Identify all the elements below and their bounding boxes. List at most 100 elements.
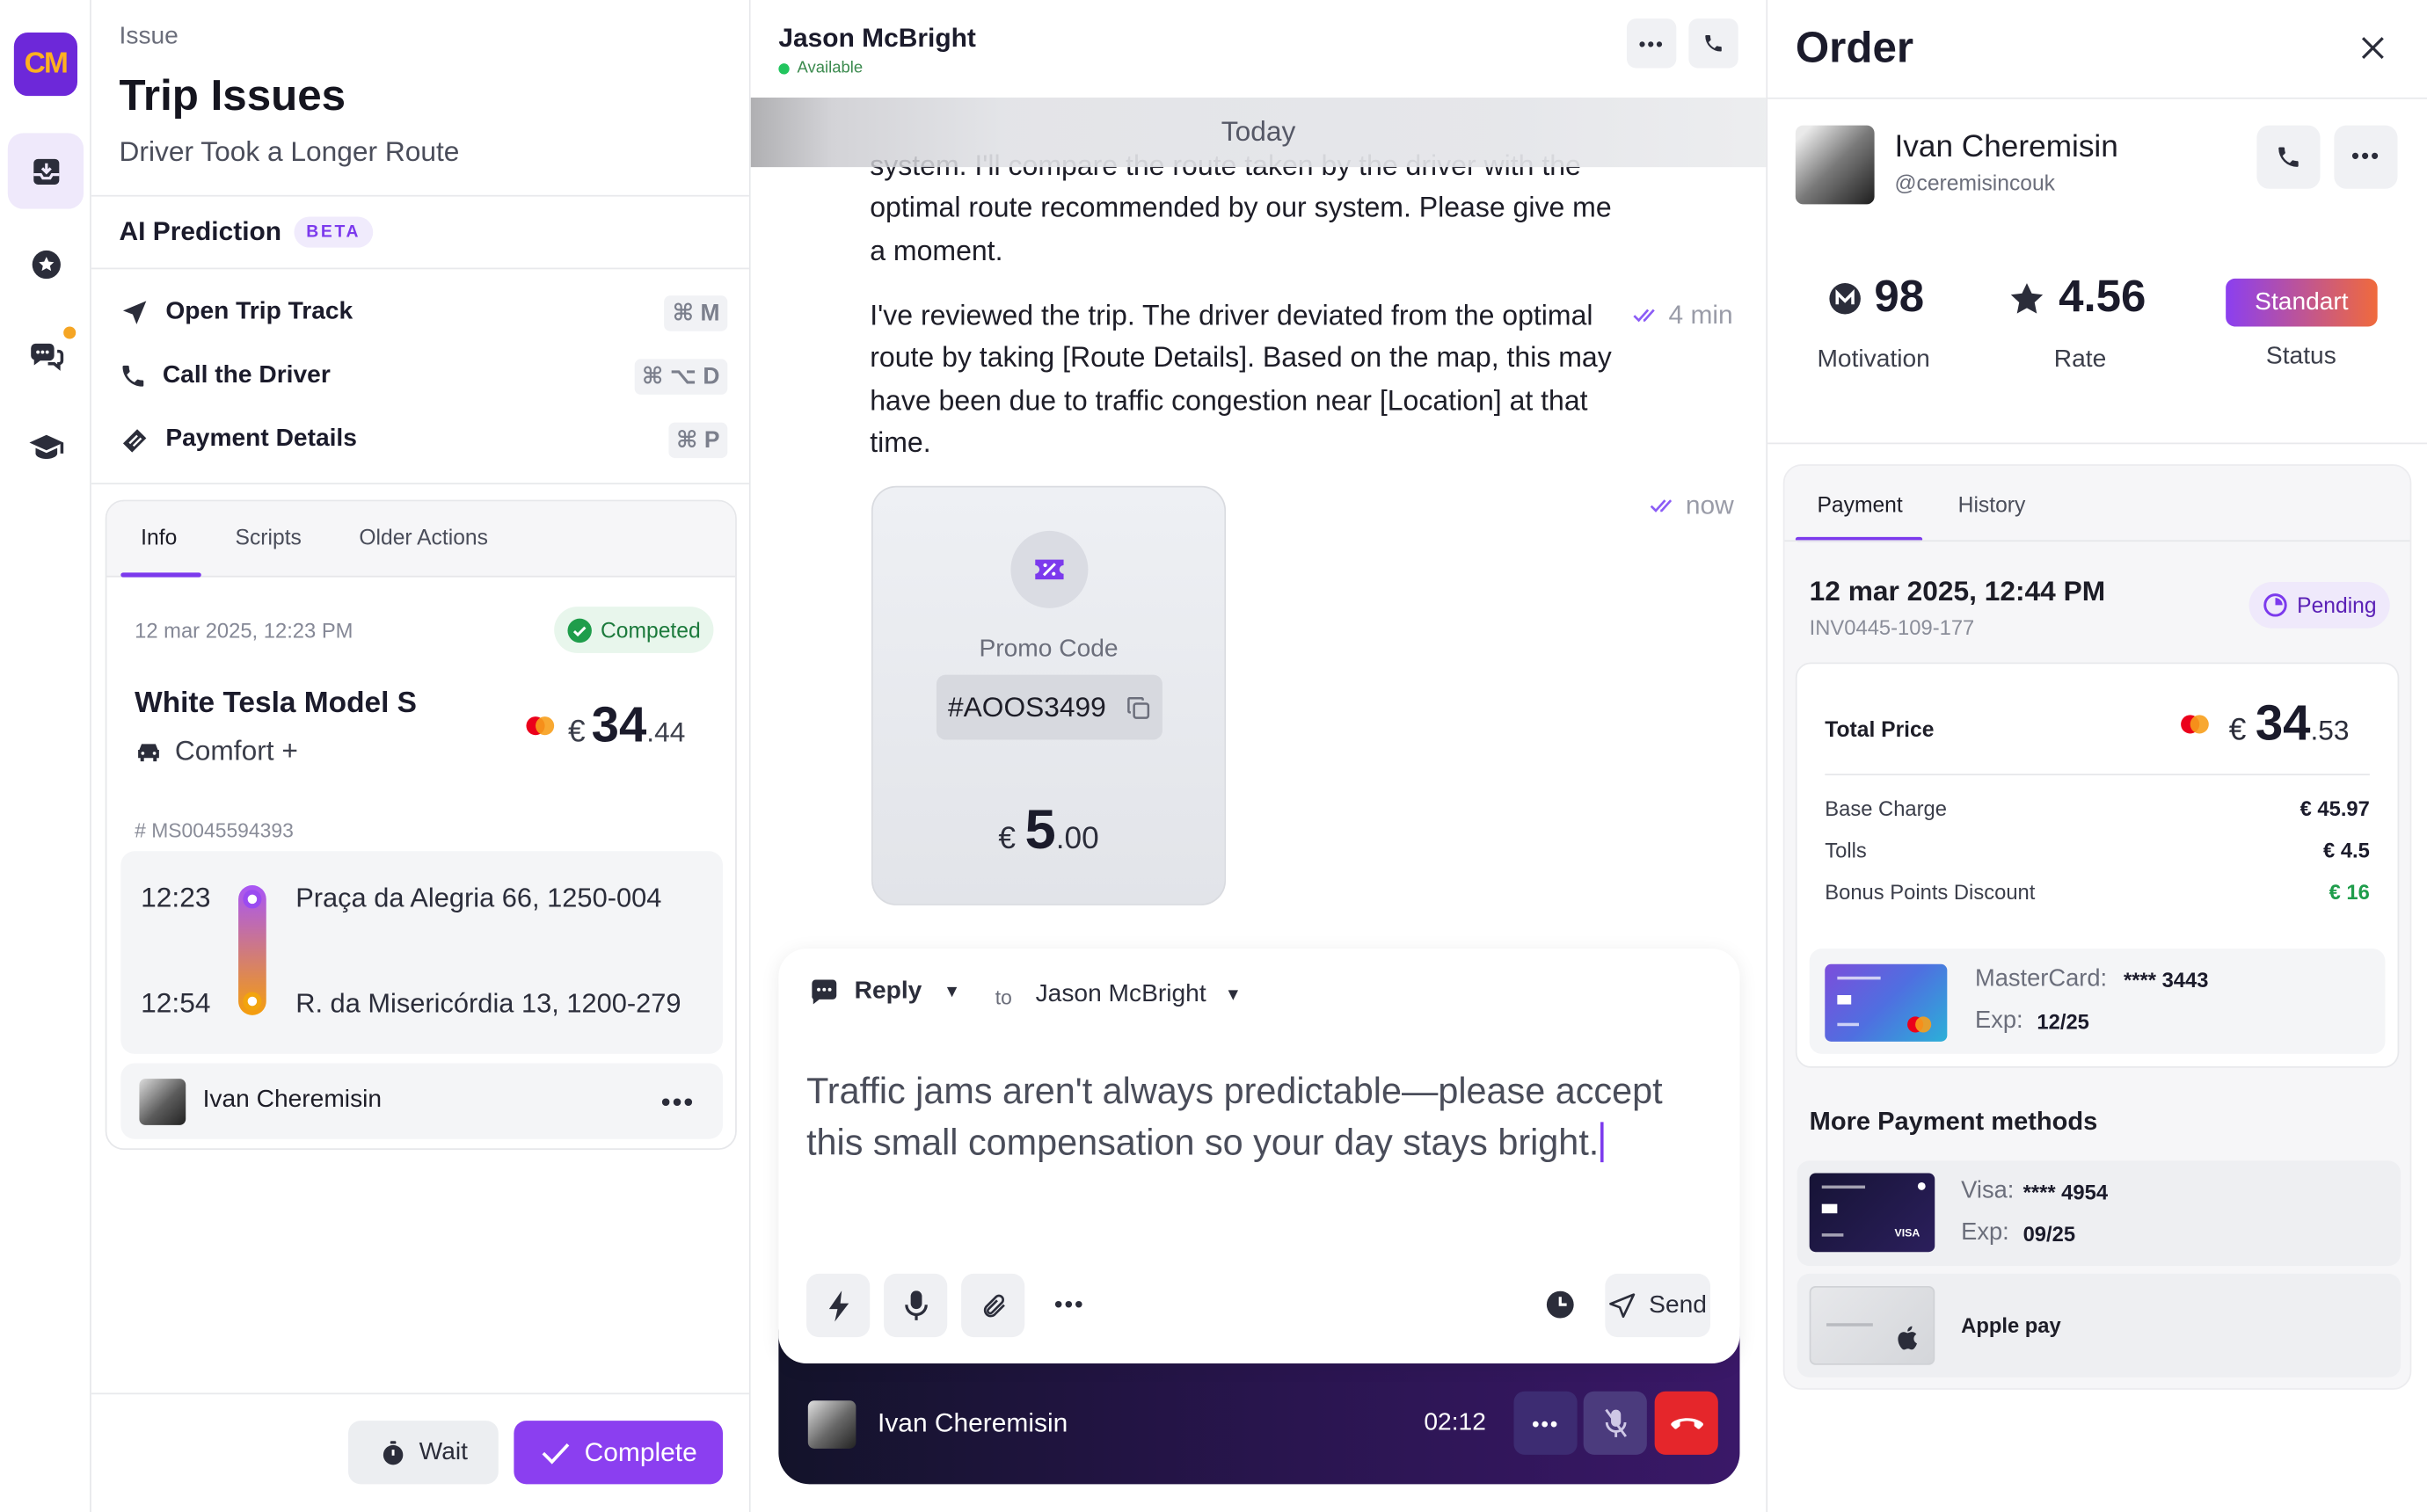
card-exp: 12/25 <box>2037 1010 2089 1035</box>
chat-more-button[interactable]: ••• <box>1626 18 1677 69</box>
card-number: **** 3443 <box>2123 969 2209 992</box>
message-time: 4 min <box>1668 300 1733 330</box>
chevron-down-icon: ▼ <box>1224 985 1242 1005</box>
promo-card[interactable]: Promo Code #AOOS3499 € 5 .00 <box>871 485 1227 905</box>
attach-button[interactable] <box>961 1273 1025 1338</box>
mastercard-icon <box>1907 1016 1932 1033</box>
send-icon <box>1609 1292 1636 1318</box>
chat-call-button[interactable] <box>1688 18 1738 69</box>
double-check-icon <box>1633 309 1655 323</box>
status-label: Status <box>2265 343 2336 370</box>
action-call-driver[interactable]: Call the Driver ⌘ ⌥ D <box>120 345 749 407</box>
pending-text: Pending <box>2297 592 2377 618</box>
line-discount: Bonus Points Discount € 16 <box>1825 881 2370 904</box>
promo-code-box[interactable]: #AOOS3499 <box>936 674 1162 740</box>
copy-icon <box>1126 696 1149 719</box>
customer-handle: @ceremisincouk <box>1894 170 2055 195</box>
shortcut-badge: ⌘ M <box>664 294 728 331</box>
ai-prediction-label: AI Prediction <box>119 216 282 246</box>
tab-older-actions[interactable]: Older Actions <box>359 501 488 576</box>
card-number: **** 4954 <box>2022 1181 2109 1204</box>
divider <box>91 267 749 270</box>
driver-row[interactable]: Ivan Cheremisin ••• <box>120 1063 724 1139</box>
online-dot <box>778 62 790 74</box>
amount-int: 5 <box>1024 796 1056 861</box>
total-label: Total Price <box>1825 716 1935 742</box>
wait-button[interactable]: Wait <box>348 1421 499 1485</box>
trip-price: € 34 .44 <box>525 696 686 753</box>
customer-call-button[interactable] <box>2256 125 2321 189</box>
to-label: to <box>995 985 1012 1009</box>
mastercard-icon <box>526 716 555 735</box>
more-icon: ••• <box>2350 143 2380 171</box>
tab-info[interactable]: Info <box>141 501 177 576</box>
quick-reply-button[interactable] <box>806 1273 871 1338</box>
chat-panel: Jason McBright Available ••• system. I'l… <box>750 0 1768 1512</box>
payment-card: Payment History 12 mar 2025, 12:44 PM IN… <box>1782 464 2412 1390</box>
action-label: Call the Driver <box>162 361 331 389</box>
mastercard-icon <box>2181 714 2209 733</box>
stopwatch-icon <box>383 1440 403 1465</box>
price-dec: .44 <box>646 716 686 748</box>
reply-mode-select[interactable]: Reply ▼ <box>810 978 960 1007</box>
card-thumbnail: VISA <box>1809 1173 1935 1253</box>
mute-button[interactable] <box>1583 1391 1647 1455</box>
currency: € <box>567 715 586 750</box>
phone-icon <box>122 365 144 387</box>
customer-more-button[interactable]: ••• <box>2334 125 2398 189</box>
send-button[interactable]: Send <box>1605 1273 1711 1338</box>
driver-name: Ivan Cheremisin <box>202 1086 383 1113</box>
status-value: Standart <box>2255 288 2349 316</box>
divider <box>1767 97 2427 99</box>
apple-pay-method[interactable]: Apple pay <box>1797 1273 2401 1378</box>
more-icon: ••• <box>1531 1410 1560 1436</box>
rail-favorites[interactable] <box>8 226 84 302</box>
rail-chats[interactable] <box>8 317 84 393</box>
progress-circle-icon <box>2263 593 2287 617</box>
invoice-number: INV0445-109-177 <box>1809 615 1975 640</box>
more-tools-icon[interactable]: ••• <box>1054 1292 1085 1320</box>
motivation-value: 98 <box>1874 272 1925 323</box>
motivation-badge-icon <box>1829 282 1861 314</box>
presence: Available <box>778 59 863 77</box>
recipient-select[interactable]: Jason McBright ▼ <box>1036 981 1242 1009</box>
text-cursor <box>1600 1121 1604 1162</box>
message-draft: Traffic jams aren't always predictable—p… <box>806 1071 1663 1162</box>
tab-bar: Info Scripts Older Actions <box>106 501 736 578</box>
motivation-stat: 98 <box>1814 273 1938 323</box>
tab-scripts[interactable]: Scripts <box>236 501 302 576</box>
phone-hangup-icon <box>1670 1417 1703 1428</box>
line-label: Tolls <box>1825 839 1867 862</box>
tab-payment[interactable]: Payment <box>1817 492 1902 517</box>
visa-method[interactable]: VISA Visa: **** 4954 Exp: 09/25 <box>1797 1160 2401 1267</box>
complete-button[interactable]: Complete <box>514 1421 724 1485</box>
mastercard-method[interactable]: MasterCard: **** 3443 Exp: 12/25 <box>1809 949 2386 1054</box>
voice-button[interactable] <box>884 1273 948 1338</box>
amount-dec: .00 <box>1055 821 1099 856</box>
call-more-button[interactable]: ••• <box>1513 1391 1578 1455</box>
issue-panel: Issue Trip Issues Driver Took a Longer R… <box>91 0 751 1512</box>
currency: € <box>998 821 1016 856</box>
close-icon[interactable] <box>2356 31 2390 65</box>
rail-inbox[interactable] <box>7 133 84 209</box>
tab-history[interactable]: History <box>1958 492 2026 517</box>
inbox-icon <box>33 158 59 185</box>
car-class-label: Comfort + <box>174 735 298 767</box>
card-brand: MasterCard: <box>1975 965 2108 992</box>
rail-learning[interactable] <box>8 409 84 484</box>
schedule-button[interactable] <box>1537 1282 1584 1328</box>
message-input[interactable]: Traffic jams aren't always predictable—p… <box>806 1066 1712 1167</box>
card-thumbnail <box>1825 963 1948 1042</box>
car-class: Comfort + <box>135 735 298 767</box>
line-value: € 45.97 <box>2299 796 2370 821</box>
avatar <box>807 1400 856 1449</box>
promo-amount: € 5 .00 <box>873 797 1225 862</box>
section-gap <box>91 483 749 485</box>
contact-name: Jason McBright <box>778 23 976 53</box>
action-payment-details[interactable]: Payment Details ⌘ P <box>120 409 749 470</box>
more-icon[interactable]: ••• <box>661 1088 696 1116</box>
app-logo[interactable]: CM <box>13 32 78 97</box>
action-open-trip-track[interactable]: Open Trip Track ⌘ M <box>120 281 749 343</box>
hang-up-button[interactable] <box>1654 1391 1718 1455</box>
logo-text: CM <box>24 47 69 80</box>
